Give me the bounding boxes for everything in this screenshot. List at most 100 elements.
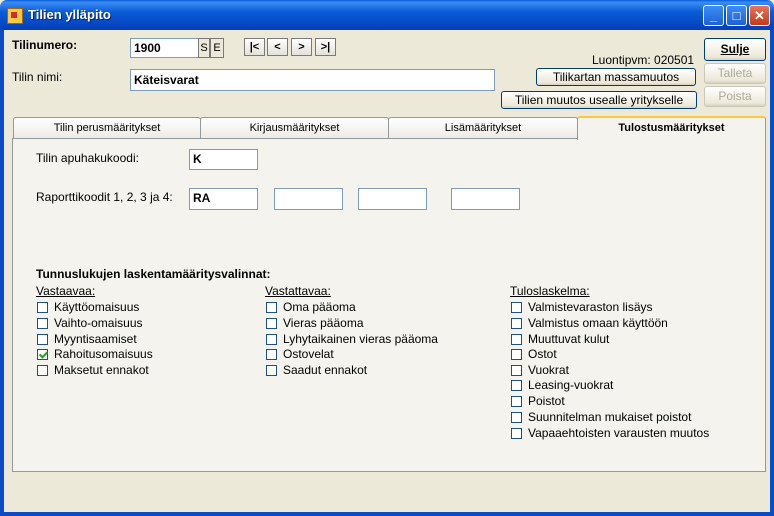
checkbox-box[interactable] <box>511 301 522 313</box>
tab-basic-settings[interactable]: Tilin perusmääritykset <box>13 117 201 138</box>
checkbox-box[interactable] <box>37 333 48 345</box>
report-code-2-field[interactable] <box>274 188 343 210</box>
checkbox-box[interactable] <box>511 333 522 345</box>
checkbox-label: Ostovelat <box>283 347 334 361</box>
checkbox-box[interactable] <box>266 364 277 376</box>
app-icon <box>7 8 23 24</box>
created-date-text: Luontipvm: 020501 <box>592 53 695 67</box>
report-code-3-field[interactable] <box>358 188 427 210</box>
checkbox-box[interactable] <box>37 301 48 313</box>
checkbox-rahoitusomaisuus[interactable]: Rahoitusomaisuus <box>37 347 153 361</box>
checkbox-muuttuvat-kulut[interactable]: Muuttuvat kulut <box>511 332 609 346</box>
kpi-heading: Tunnuslukujen laskentamääritysvalinnat: <box>36 267 271 281</box>
checkbox-oma-paaoma[interactable]: Oma pääoma <box>266 300 356 314</box>
checkbox-ostot[interactable]: Ostot <box>511 347 557 361</box>
checkbox-label: Maksetut ennakot <box>54 363 149 377</box>
helper-code-label: Tilin apuhakukoodi: <box>36 151 139 165</box>
checkbox-saadut-ennakot[interactable]: Saadut ennakot <box>266 363 367 377</box>
checkbox-label: Käyttöomaisuus <box>54 300 140 314</box>
checkbox-label: Lyhytaikainen vieras pääoma <box>283 332 438 346</box>
checkbox-box[interactable] <box>266 348 277 360</box>
checkbox-box[interactable] <box>266 333 277 345</box>
checkbox-valmistus-omaan-kayttoon[interactable]: Valmistus omaan käyttöön <box>511 316 668 330</box>
multi-company-change-button[interactable]: Tilien muutos usealle yritykselle <box>501 91 697 109</box>
helper-code-field[interactable]: K <box>189 149 258 170</box>
flag-s-box[interactable]: S <box>198 38 210 58</box>
checkbox-kayttoomaisuus[interactable]: Käyttöomaisuus <box>37 300 139 314</box>
checkbox-label: Rahoitusomaisuus <box>54 347 153 361</box>
checkbox-lyhytaikainen-vieras-paaoma[interactable]: Lyhytaikainen vieras pääoma <box>266 332 438 346</box>
checkbox-box[interactable] <box>511 364 522 376</box>
checkbox-box[interactable] <box>511 427 522 439</box>
checkbox-label: Muuttuvat kulut <box>528 332 610 346</box>
checkbox-label: Myyntisaamiset <box>54 332 137 346</box>
delete-button[interactable]: Poista <box>704 86 766 107</box>
tab-print-settings[interactable]: Tulostusmääritykset <box>577 116 766 140</box>
checkbox-label: Valmistevaraston lisäys <box>528 300 653 314</box>
checkbox-maksetut-ennakot[interactable]: Maksetut ennakot <box>37 363 149 377</box>
tab-posting-settings[interactable]: Kirjausmääritykset <box>200 117 389 138</box>
income-statement-group-title: Tuloslaskelma: <box>510 284 590 298</box>
checkbox-label: Vieras pääoma <box>283 316 364 330</box>
checkbox-suunnitelman-mukaiset-poistot[interactable]: Suunnitelman mukaiset poistot <box>511 410 691 424</box>
report-codes-label: Raporttikoodit 1, 2, 3 ja 4: <box>36 190 173 204</box>
checkbox-box[interactable] <box>37 364 48 376</box>
checkbox-label: Suunnitelman mukaiset poistot <box>528 410 692 424</box>
checkbox-box[interactable] <box>266 317 277 329</box>
nav-next-button[interactable]: > <box>291 38 312 56</box>
checkbox-label: Vaihto-omaisuus <box>54 316 143 330</box>
minimize-icon: _ <box>709 8 718 23</box>
liabilities-group-title: Vastattavaa: <box>265 284 331 298</box>
checkbox-label: Oma pääoma <box>283 300 356 314</box>
tab-additional-settings[interactable]: Lisämääritykset <box>388 117 578 138</box>
checkbox-myyntisaamiset[interactable]: Myyntisaamiset <box>37 332 137 346</box>
account-name-label: Tilin nimi: <box>12 70 63 84</box>
window-frame-left <box>0 30 4 516</box>
checkbox-box[interactable] <box>266 301 277 313</box>
window-frame-bottom <box>0 512 774 516</box>
checkbox-box[interactable] <box>37 317 48 329</box>
checkbox-box[interactable] <box>511 348 522 360</box>
window-frame-right <box>770 30 774 516</box>
checkbox-leasing-vuokrat[interactable]: Leasing-vuokrat <box>511 378 613 392</box>
checkbox-box[interactable] <box>511 379 522 391</box>
report-code-1-field[interactable]: RA <box>189 188 258 210</box>
checkbox-box[interactable] <box>511 317 522 329</box>
account-number-field[interactable]: 1900 <box>130 38 200 58</box>
title-bar[interactable]: Tilien ylläpito _ □ ✕ <box>0 0 774 30</box>
assets-group-title: Vastaavaa: <box>36 284 96 298</box>
checkbox-label: Ostot <box>528 347 557 361</box>
checkbox-ostovelat[interactable]: Ostovelat <box>266 347 334 361</box>
close-button[interactable]: Sulje <box>704 38 766 61</box>
report-code-4-field[interactable] <box>451 188 520 210</box>
checkbox-vapaaehtoisten-varausten-muutos[interactable]: Vapaaehtoisten varausten muutos <box>511 426 709 440</box>
account-number-label: Tilinumero: <box>12 38 78 52</box>
checkbox-box[interactable] <box>511 411 522 423</box>
maximize-icon: □ <box>732 8 741 23</box>
checkbox-box[interactable] <box>511 395 522 407</box>
checkbox-label: Vapaaehtoisten varausten muutos <box>528 426 710 440</box>
close-icon: ✕ <box>754 7 765 23</box>
checkbox-label: Poistot <box>528 394 565 408</box>
account-name-field[interactable]: Käteisvarat <box>130 69 495 91</box>
checkbox-box-checked[interactable] <box>37 348 48 360</box>
checkbox-valmistevaraston-lisays[interactable]: Valmistevaraston lisäys <box>511 300 653 314</box>
checkbox-vuokrat[interactable]: Vuokrat <box>511 363 569 377</box>
maximize-button[interactable]: □ <box>726 5 747 26</box>
save-button[interactable]: Talleta <box>704 63 766 84</box>
checkbox-label: Valmistus omaan käyttöön <box>528 316 668 330</box>
nav-first-button[interactable]: |< <box>244 38 265 56</box>
mass-change-button[interactable]: Tilikartan massamuutos <box>536 68 696 86</box>
minimize-button[interactable]: _ <box>703 5 724 26</box>
checkbox-vieras-paaoma[interactable]: Vieras pääoma <box>266 316 364 330</box>
flag-e-box[interactable]: E <box>210 38 224 58</box>
window-title: Tilien ylläpito <box>28 7 111 22</box>
checkbox-label: Leasing-vuokrat <box>528 378 614 392</box>
nav-last-button[interactable]: >| <box>315 38 336 56</box>
checkbox-label: Saadut ennakot <box>283 363 368 377</box>
nav-prev-button[interactable]: < <box>267 38 288 56</box>
checkbox-vaihto-omaisuus[interactable]: Vaihto-omaisuus <box>37 316 143 330</box>
close-window-button[interactable]: ✕ <box>749 5 770 26</box>
checkbox-poistot[interactable]: Poistot <box>511 394 565 408</box>
checkbox-label: Vuokrat <box>528 363 569 377</box>
